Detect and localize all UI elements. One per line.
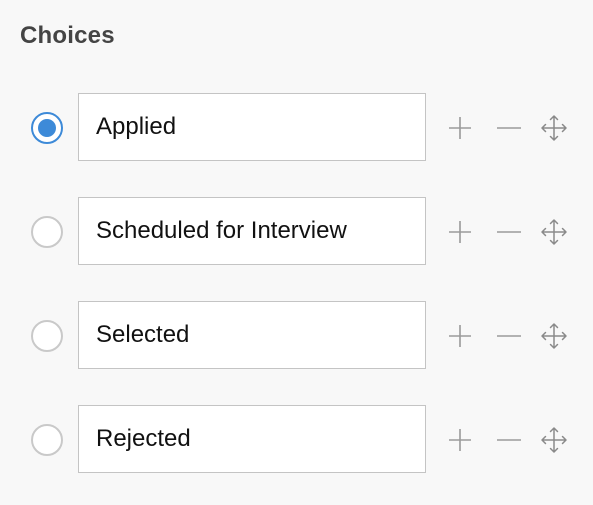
move-arrows-icon[interactable] xyxy=(540,114,568,142)
move-arrows-icon[interactable] xyxy=(540,322,568,350)
plus-icon[interactable] xyxy=(446,218,474,246)
choice-row-selected: Selected xyxy=(0,301,593,371)
choice-text-field[interactable]: Applied xyxy=(78,93,426,161)
choice-text-field[interactable]: Scheduled for Interview xyxy=(78,197,426,265)
radio-selected-dot xyxy=(38,119,56,137)
plus-icon[interactable] xyxy=(446,426,474,454)
minus-icon[interactable] xyxy=(495,426,523,454)
choice-radio[interactable] xyxy=(31,112,63,144)
choice-text-field[interactable]: Selected xyxy=(78,301,426,369)
minus-icon[interactable] xyxy=(495,114,523,142)
choice-radio[interactable] xyxy=(31,216,63,248)
choice-label: Selected xyxy=(96,321,190,348)
minus-icon[interactable] xyxy=(495,218,523,246)
move-arrows-icon[interactable] xyxy=(540,218,568,246)
choice-radio[interactable] xyxy=(31,424,63,456)
choice-label: Scheduled for Interview xyxy=(96,217,347,244)
choice-text-field[interactable]: Rejected xyxy=(78,405,426,473)
choice-radio[interactable] xyxy=(31,320,63,352)
choice-row-rejected: Rejected xyxy=(0,405,593,475)
choices-panel: Choices Applied Scheduled for Interview … xyxy=(0,0,593,505)
choice-label: Rejected xyxy=(96,425,191,452)
choice-label: Applied xyxy=(96,113,177,140)
plus-icon[interactable] xyxy=(446,322,474,350)
minus-icon[interactable] xyxy=(495,322,523,350)
plus-icon[interactable] xyxy=(446,114,474,142)
section-heading: Choices xyxy=(20,22,115,49)
choice-row-applied: Applied xyxy=(0,93,593,163)
move-arrows-icon[interactable] xyxy=(540,426,568,454)
choice-row-scheduled: Scheduled for Interview xyxy=(0,197,593,267)
